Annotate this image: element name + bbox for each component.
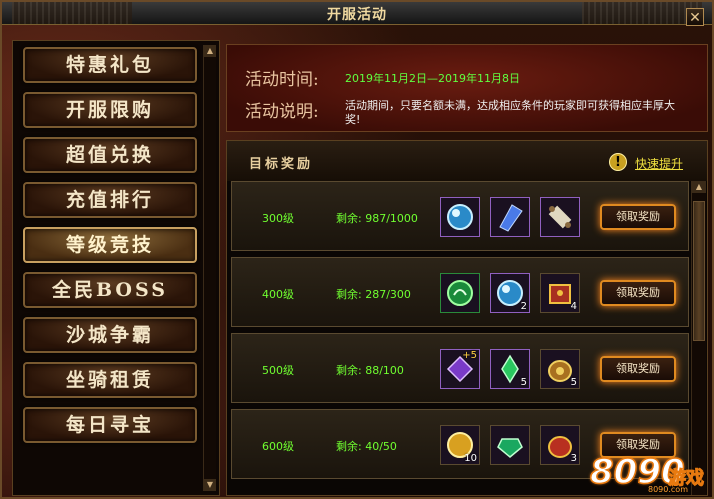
- menu-item-world-boss[interactable]: 全民BOSS: [23, 272, 197, 308]
- activity-menu: 特惠礼包 开服限购 超值兑换 充值排行 等级竞技 全民BOSS 沙城争霸 坐骑租…: [12, 40, 220, 496]
- menu-item-level-race[interactable]: 等级竞技: [23, 227, 197, 263]
- site-logo: 8090 游戏 8090.com: [588, 451, 712, 498]
- claim-reward-button[interactable]: 领取奖励: [600, 204, 676, 230]
- window-title: 开服活动: [327, 7, 387, 23]
- level-requirement: 400级: [262, 288, 294, 301]
- claim-reward-button[interactable]: 领取奖励: [600, 356, 676, 382]
- item-count: 10: [464, 453, 477, 464]
- menu-item-mount-rental[interactable]: 坐骑租赁: [23, 362, 197, 398]
- chest-icon[interactable]: 4: [540, 273, 580, 313]
- time-value: 2019年11月2日—2019年11月8日: [345, 72, 520, 85]
- reward-row: 300级 剩余: 987/1000 领取奖励: [231, 181, 689, 251]
- level-requirement: 300级: [262, 212, 294, 225]
- level-requirement: 600级: [262, 440, 294, 453]
- menu-item-special-gift[interactable]: 特惠礼包: [23, 47, 197, 83]
- enhance-badge: +5: [462, 350, 477, 361]
- item-count: 5: [570, 377, 577, 388]
- activity-window: 开服活动 ✕ 特惠礼包 开服限购 超值兑换 充值排行 等级竞技 全民BOSS 沙…: [0, 0, 714, 499]
- scroll-up-icon[interactable]: ▲: [692, 181, 706, 193]
- rewards-header: 目标奖励 ! 快速提升: [227, 141, 707, 181]
- crystal-icon[interactable]: [490, 197, 530, 237]
- desc-value: 活动期间，只要名额未满，达成相应条件的玩家即可获得相应丰厚大奖!: [345, 99, 675, 126]
- logo-domain: 8090.com: [648, 485, 688, 494]
- item-count: 4: [570, 301, 577, 312]
- remaining-count: 剩余: 88/100: [336, 364, 404, 377]
- menu-item-recharge-rank[interactable]: 充值排行: [23, 182, 197, 218]
- rewards-scrollbar[interactable]: ▲: [691, 181, 706, 495]
- green-crystal-icon[interactable]: 5: [490, 349, 530, 389]
- scrollbar-thumb[interactable]: [693, 201, 705, 341]
- gold-bag-icon[interactable]: 5: [540, 349, 580, 389]
- level-requirement: 500级: [262, 364, 294, 377]
- desc-label: 活动说明:: [245, 102, 319, 122]
- menu-item-castle-siege[interactable]: 沙城争霸: [23, 317, 197, 353]
- remaining-count: 剩余: 287/300: [336, 288, 411, 301]
- reward-row: 500级 剩余: 88/100 +5 5 5 领取奖励: [231, 333, 689, 403]
- green-orb-icon[interactable]: [440, 273, 480, 313]
- menu-item-exchange[interactable]: 超值兑换: [23, 137, 197, 173]
- rewards-panel: 目标奖励 ! 快速提升 300级 剩余: 987/1000 领取奖励 400级 …: [226, 140, 708, 496]
- red-bag-icon[interactable]: 3: [540, 425, 580, 465]
- activity-info-panel: 活动时间: 2019年11月2日—2019年11月8日 活动说明: 活动期间，只…: [226, 44, 708, 132]
- rewards-title: 目标奖励: [249, 157, 314, 172]
- emerald-icon[interactable]: [490, 425, 530, 465]
- scroll-up-icon[interactable]: ▲: [204, 45, 216, 57]
- menu-item-daily-treasure[interactable]: 每日寻宝: [23, 407, 197, 443]
- item-count: 3: [570, 453, 577, 464]
- gold-orb-icon[interactable]: 10: [440, 425, 480, 465]
- menu-item-limited-purchase[interactable]: 开服限购: [23, 92, 197, 128]
- scroll-down-icon[interactable]: ▼: [204, 479, 216, 491]
- exclamation-icon: !: [609, 153, 627, 171]
- close-button[interactable]: ✕: [686, 8, 704, 26]
- scroll-icon[interactable]: [540, 197, 580, 237]
- orb-icon[interactable]: 2: [490, 273, 530, 313]
- reward-row: 400级 剩余: 287/300 2 4 领取奖励: [231, 257, 689, 327]
- menu-scrollbar[interactable]: ▲ ▼: [203, 45, 216, 491]
- claim-reward-button[interactable]: 领取奖励: [600, 280, 676, 306]
- item-count: 2: [520, 301, 527, 312]
- title-bar: 开服活动: [2, 2, 712, 25]
- item-count: 5: [520, 377, 527, 388]
- quick-upgrade-link[interactable]: 快速提升: [635, 155, 683, 172]
- remaining-count: 剩余: 40/50: [336, 440, 397, 453]
- purple-gem-icon[interactable]: +5: [440, 349, 480, 389]
- time-label: 活动时间:: [245, 70, 319, 90]
- remaining-count: 剩余: 987/1000: [336, 212, 418, 225]
- orb-icon[interactable]: [440, 197, 480, 237]
